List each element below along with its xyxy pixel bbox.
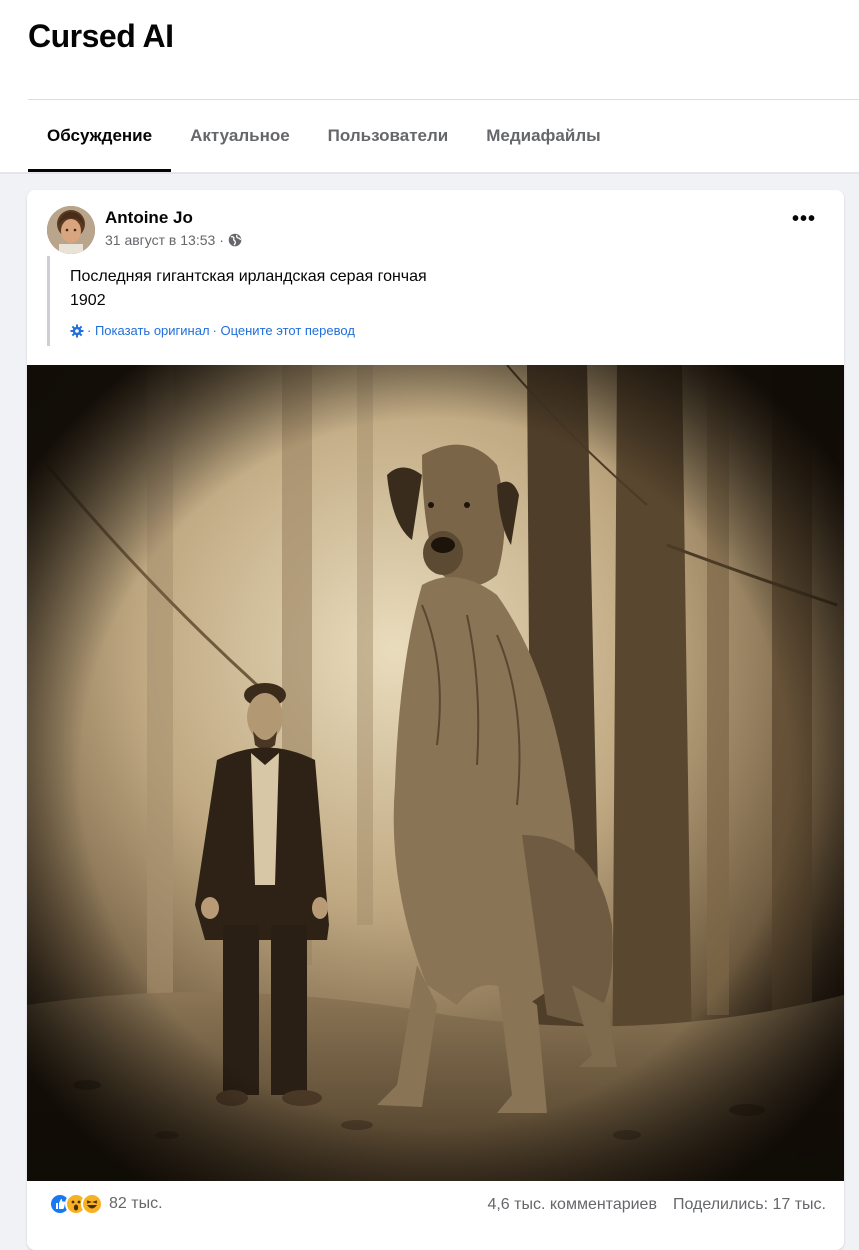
reactions-summary[interactable]: 82 тыс. (49, 1193, 163, 1215)
show-original-link[interactable]: · Показать оригинал (87, 323, 210, 338)
post-text-line-2: 1902 (70, 292, 106, 309)
translation-quote-bar (47, 256, 50, 346)
header-shadow (0, 172, 859, 174)
post-text: Последняя гигантская ирландская серая го… (70, 265, 427, 313)
post-meta: 31 август в 13:53 · (105, 232, 242, 248)
post-engagement: 4,6 тыс. комментариев Поделились: 17 тыс… (487, 1196, 826, 1214)
tab-discussion[interactable]: Обсуждение (28, 100, 172, 172)
post-stats: 82 тыс. 4,6 тыс. комментариев Поделились… (27, 1181, 844, 1231)
group-title[interactable]: Cursed AI (28, 18, 174, 55)
translation-row: · Показать оригинал · Оцените этот перев… (70, 323, 355, 338)
comments-count[interactable]: 4,6 тыс. комментариев (487, 1196, 657, 1214)
tab-members[interactable]: Пользователи (309, 100, 468, 172)
reactions-count[interactable]: 82 тыс. (109, 1195, 163, 1213)
haha-reaction-icon (81, 1193, 103, 1215)
globe-icon (228, 233, 242, 247)
post-text-line-1: Последняя гигантская ирландская серая го… (70, 268, 427, 285)
post-card: Antoine Jo 31 август в 13:53 · ••• После… (27, 190, 844, 1250)
group-header: Cursed AI Обсуждение Актуальное Пользова… (0, 0, 859, 172)
more-options-icon[interactable]: ••• (792, 209, 816, 229)
rate-translation-link[interactable]: · Оцените этот перевод (213, 323, 355, 338)
post-photo[interactable] (27, 365, 844, 1181)
avatar[interactable] (47, 206, 95, 254)
tab-featured[interactable]: Актуальное (171, 100, 309, 172)
tab-media[interactable]: Медиафайлы (467, 100, 619, 172)
post-date[interactable]: 31 август в 13:53 · (105, 232, 224, 248)
sepia-photo-image (27, 365, 844, 1181)
shares-count[interactable]: Поделились: 17 тыс. (673, 1196, 826, 1214)
gear-icon (70, 324, 84, 338)
group-tabs: Обсуждение Актуальное Пользователи Медиа… (28, 100, 620, 172)
post-author[interactable]: Antoine Jo (105, 208, 193, 228)
post-header: Antoine Jo 31 август в 13:53 · ••• После… (27, 190, 844, 365)
